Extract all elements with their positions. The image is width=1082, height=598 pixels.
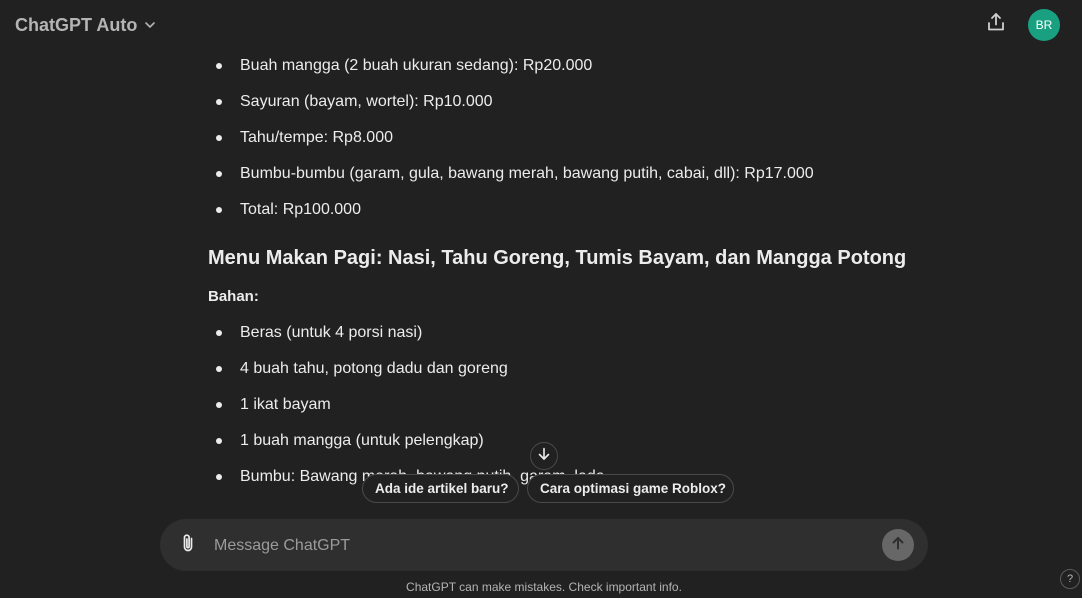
list-item: Beras (untuk 4 porsi nasi) [208,317,928,353]
list-item: Total: Rp100.000 [208,194,928,230]
model-label: ChatGPT Auto [15,14,138,35]
avatar[interactable]: BR [1028,9,1060,41]
paperclip-icon [177,532,199,559]
disclaimer: ChatGPT can make mistakes. Check importa… [406,580,682,594]
share-button[interactable] [980,8,1012,40]
ingredients-list: Beras (untuk 4 porsi nasi) 4 buah tahu, … [208,317,928,497]
model-switcher-button[interactable]: ChatGPT Auto [8,10,164,40]
share-icon [986,12,1006,37]
composer [160,519,928,571]
ingredients-label: Bahan: [208,288,259,305]
assistant-message: Buah mangga (2 buah ukuran sedang): Rp20… [208,50,928,485]
help-button[interactable]: ? [1060,569,1080,589]
suggestion-chip[interactable]: Cara optimasi game Roblox? [527,474,734,503]
avatar-initials: BR [1035,18,1053,32]
list-item: 1 buah mangga (untuk pelengkap) [208,425,928,461]
send-button[interactable] [882,529,914,561]
list-item: Bumbu-bumbu (garam, gula, bawang merah, … [208,158,928,194]
attach-button[interactable] [176,533,200,557]
chatgpt-app: ChatGPT Auto BR Buah mangga (2 buah ukur… [0,0,1082,598]
arrow-down-icon [537,447,551,466]
menu-heading: Menu Makan Pagi: Nasi, Tahu Goreng, Tumi… [208,247,907,269]
suggestion-chip[interactable]: Ada ide artikel baru? [362,474,519,503]
header: ChatGPT Auto BR [0,0,1082,50]
arrow-up-icon [890,535,906,556]
list-item: Tahu/tempe: Rp8.000 [208,122,928,158]
scroll-to-bottom-button[interactable] [530,442,558,470]
help-icon: ? [1066,573,1074,585]
list-item: Sayuran (bayam, wortel): Rp10.000 [208,86,928,122]
list-item: 4 buah tahu, potong dadu dan goreng [208,353,928,389]
chevron-down-icon [143,18,157,32]
list-item: 1 ikat bayam [208,389,928,425]
list-item: Buah mangga (2 buah ukuran sedang): Rp20… [208,50,928,86]
cost-list: Buah mangga (2 buah ukuran sedang): Rp20… [208,50,928,230]
message-input[interactable] [212,531,876,561]
